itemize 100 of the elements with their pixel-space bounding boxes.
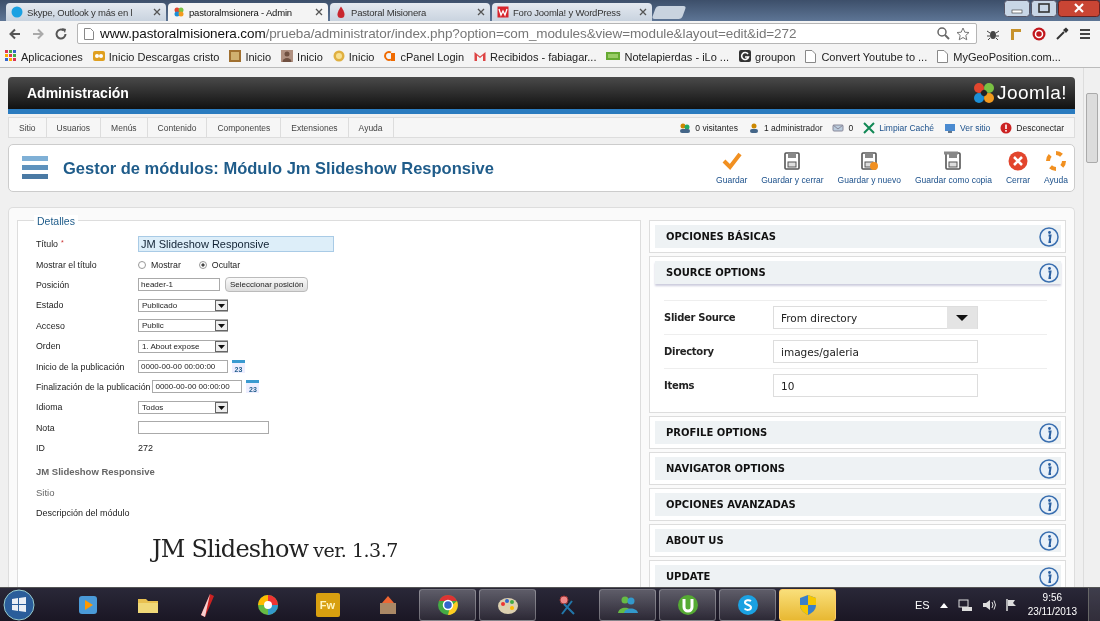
title-field[interactable]: JM Slideshow Responsive <box>138 236 334 253</box>
eyedropper-icon[interactable] <box>1055 26 1069 41</box>
dropdown[interactable]: From directory <box>773 306 978 329</box>
bookmark[interactable]: Inicio <box>229 50 272 63</box>
info-icon <box>1039 530 1059 551</box>
admin-title: Administración <box>27 85 129 101</box>
radio-button[interactable] <box>138 260 146 269</box>
bookmark[interactable]: MyGeoPosition.com... <box>937 50 1061 63</box>
minimize-icon[interactable] <box>1004 0 1030 17</box>
radio-label[interactable]: Mostrar <box>151 259 181 270</box>
field-label: Nota <box>36 422 56 433</box>
text-field[interactable]: 10 <box>773 374 978 397</box>
date-field[interactable]: 0000-00-00 00:00:00 <box>138 360 228 374</box>
status-link[interactable]: Ver sitio <box>960 122 991 133</box>
field-label: Descripción del módulo <box>36 508 131 519</box>
radio-button[interactable] <box>198 260 207 269</box>
close-icon[interactable] <box>153 8 161 16</box>
toolbar-button[interactable]: Ayuda <box>1044 151 1068 185</box>
browser-tab[interactable]: Pastoral Misionera <box>330 3 490 21</box>
bookmark[interactable]: Inicio <box>332 50 375 63</box>
taskbar-app[interactable] <box>779 588 836 621</box>
photo-icon <box>229 50 242 63</box>
close-icon[interactable] <box>639 8 647 16</box>
start-orb-icon[interactable] <box>2 588 36 621</box>
accordion-header[interactable]: OPCIONES AVANZADAS <box>655 493 1061 516</box>
field-label: Directory <box>664 346 715 357</box>
cpanel-icon <box>384 50 397 63</box>
dropdown[interactable]: Public <box>138 319 228 333</box>
flower-icon <box>972 82 995 104</box>
dropdown[interactable]: Todos <box>138 400 228 414</box>
dropdown[interactable]: 1. About expose <box>138 339 228 353</box>
menu-item[interactable]: Menús <box>101 118 148 137</box>
text-field[interactable]: images/galeria <box>773 340 978 363</box>
menu-item[interactable]: Ayuda <box>348 118 394 137</box>
close-icon[interactable] <box>315 8 323 16</box>
users-icon <box>679 121 692 134</box>
accordion-header[interactable]: UPDATE <box>655 565 1061 587</box>
page-icon <box>805 50 818 63</box>
reload-icon[interactable] <box>54 26 68 41</box>
bookmark[interactable]: groupon <box>739 50 796 63</box>
info-icon <box>1039 458 1059 479</box>
toolbar-button[interactable]: Guardar y cerrar <box>761 151 824 185</box>
browser-tab[interactable]: pastoralmsionera - Admin <box>168 3 328 21</box>
accordion-header[interactable]: NAVIGATOR OPTIONS <box>655 457 1061 480</box>
language-indicator[interactable]: ES <box>915 598 930 611</box>
flag-icon[interactable] <box>1005 598 1018 611</box>
radio-label[interactable]: Ocultar <box>211 259 241 270</box>
address-bar[interactable]: www.pastoralmisionera.com/prueba/administrator/index.php?option=com_modules&view=module&layout=edit&id=272 <box>77 23 977 44</box>
date-field[interactable]: 0000-00-00 00:00:00 <box>152 380 243 394</box>
star-icon[interactable] <box>956 26 970 41</box>
bookmark[interactable]: Aplicaciones <box>5 50 83 63</box>
back-icon[interactable] <box>8 26 22 41</box>
menu-item[interactable]: Componentes <box>207 118 282 137</box>
accordion-header[interactable]: ABOUT US <box>655 529 1061 552</box>
speaker-icon[interactable] <box>981 598 996 611</box>
accordion-header[interactable]: OPCIONES BÁSICAS <box>655 225 1061 248</box>
toolbar-button[interactable]: Guardar y nuevo <box>837 151 901 185</box>
menu-icon[interactable] <box>1078 26 1092 41</box>
text-field[interactable]: header-1 <box>138 278 220 292</box>
text-field[interactable] <box>138 421 269 435</box>
toolbar-button[interactable]: Cerrar <box>1005 151 1031 185</box>
browser-tab[interactable]: Skype, Outlook y más en l <box>6 3 166 21</box>
maximize-icon[interactable] <box>1031 0 1057 17</box>
menu-item[interactable]: Contenido <box>147 118 208 137</box>
browser-tab[interactable]: Foro Joomla! y WordPress <box>492 3 652 21</box>
accordion-header[interactable]: PROFILE OPTIONS <box>655 421 1061 444</box>
info-icon <box>1039 226 1059 247</box>
network-icon[interactable] <box>957 598 972 611</box>
toolbar-button[interactable]: Guardar como copia <box>914 151 992 185</box>
menu-item[interactable]: Usuarios <box>46 118 102 137</box>
chrome-icon <box>435 592 460 617</box>
status-link[interactable]: Limpiar Caché <box>879 122 935 133</box>
close-icon[interactable] <box>1058 0 1100 17</box>
monitor-icon[interactable] <box>944 121 957 134</box>
clock[interactable]: 9:56 23/11/2013 <box>1027 590 1077 619</box>
accordion-header[interactable]: SOURCE OPTIONS <box>655 261 1061 284</box>
select-position-button[interactable]: Seleccionar posición <box>225 277 309 293</box>
menu-item[interactable]: Sitio <box>9 118 47 137</box>
toolbar-button[interactable]: Guardar <box>716 151 748 185</box>
page-icon <box>84 27 94 40</box>
close-icon[interactable] <box>477 8 485 16</box>
field-label: Estado <box>36 300 65 311</box>
bookmark[interactable]: Inicio Descargas cristo <box>92 50 220 63</box>
menu-item[interactable]: Extensiones <box>281 118 349 137</box>
zoom-icon[interactable] <box>937 27 950 40</box>
bookmark[interactable]: cPanel Login <box>384 50 465 63</box>
status-text: 0 <box>848 122 854 133</box>
dropdown[interactable]: Publicado <box>138 298 228 312</box>
bookmark[interactable]: Recibidos - fabiagar... <box>474 50 597 63</box>
bookmark[interactable]: Convert Youtube to ... <box>805 50 928 63</box>
caret-icon <box>215 299 228 311</box>
bookmark[interactable]: Notelapierdas - iLo ... <box>606 50 730 63</box>
new-tab-button[interactable] <box>651 6 687 19</box>
scrollbar[interactable] <box>1083 68 1100 587</box>
expand-tray-icon[interactable] <box>939 601 948 608</box>
stop-sign-icon[interactable] <box>1032 26 1046 41</box>
user-icon <box>747 121 760 134</box>
status-text: 1 administrador <box>763 122 823 133</box>
bookmark[interactable]: Inicio <box>281 50 323 63</box>
checkmark-icon <box>721 151 742 171</box>
